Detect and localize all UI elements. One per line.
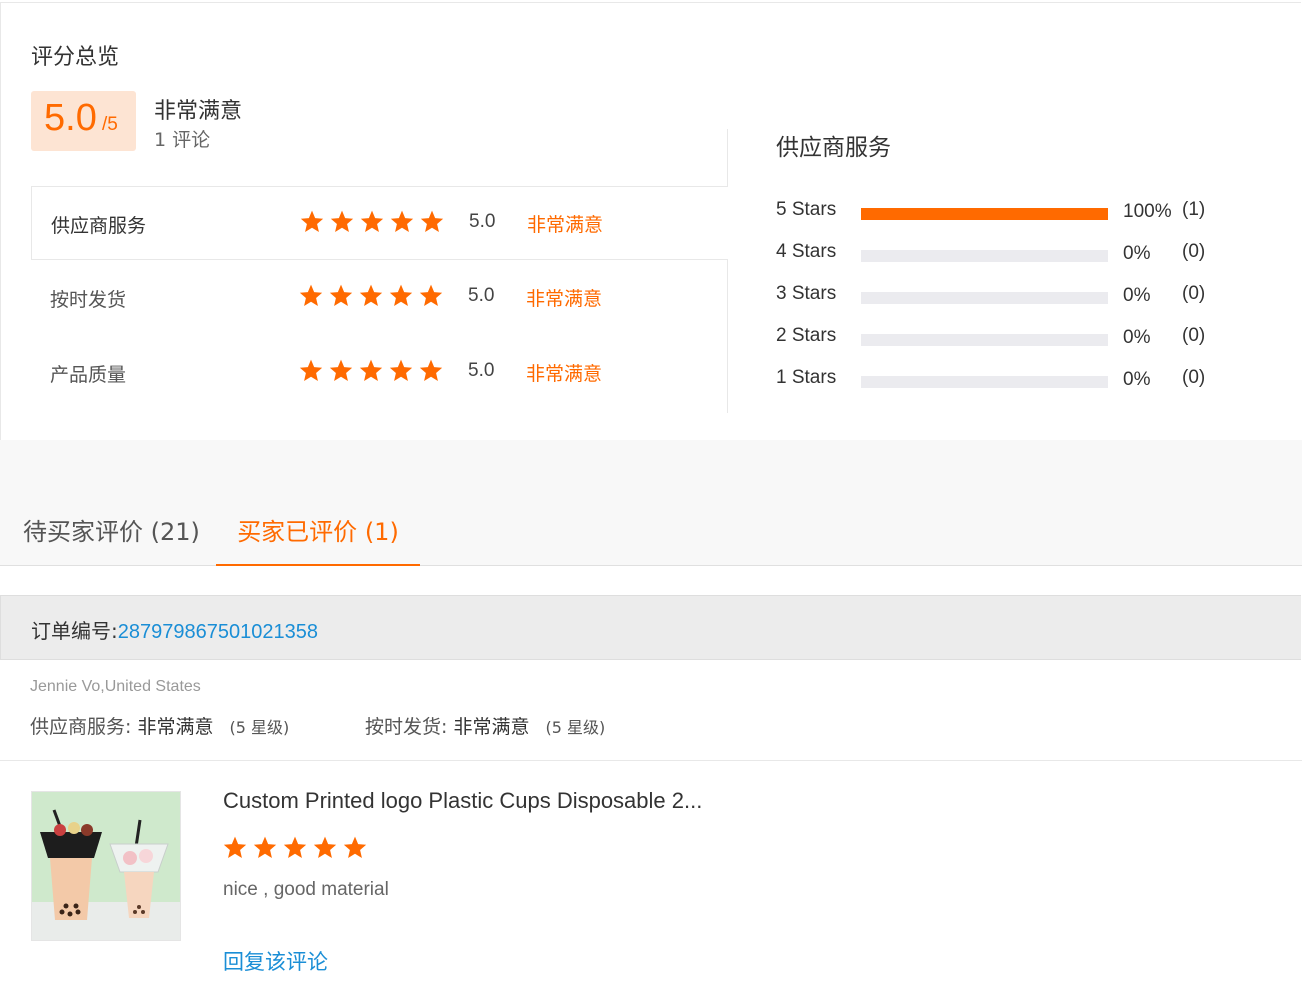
overall-score-max: /5 [102, 114, 118, 135]
star-icon [359, 284, 383, 306]
distribution-label: 2 Stars [776, 325, 837, 346]
overall-level: 非常满意 [154, 99, 243, 124]
distribution-count: (0) [1182, 367, 1206, 388]
distribution-percent: 100% [1123, 201, 1172, 222]
divider [0, 760, 1302, 761]
rating-stars [298, 358, 448, 388]
reply-review-link[interactable]: 回复该评论 [223, 946, 328, 976]
meta-value: 非常满意 [137, 716, 214, 738]
tab-buyer-reviewed[interactable]: 买家已评价 (1) [216, 512, 420, 566]
star-icon [419, 284, 443, 306]
distribution-percent: 0% [1123, 369, 1151, 390]
distribution-count: (0) [1182, 283, 1206, 304]
product-title[interactable]: Custom Printed logo Plastic Cups Disposa… [223, 788, 702, 814]
product-image[interactable] [31, 791, 181, 941]
rating-row-score: 5.0 [468, 360, 495, 381]
star-icon [359, 359, 383, 381]
rating-row-score: 5.0 [469, 211, 496, 232]
supplier-service-rating: 供应商服务: 非常满意 (5 星级) [30, 712, 289, 739]
distribution-bar [861, 376, 1108, 388]
distribution-count: (0) [1182, 241, 1206, 262]
distribution-label: 1 Stars [776, 367, 837, 388]
star-icon [223, 836, 247, 858]
star-icon [390, 210, 414, 232]
distribution-count: (0) [1182, 325, 1206, 346]
rating-stars [299, 209, 449, 239]
star-icon [419, 359, 443, 381]
review-text: nice , good material [223, 879, 389, 900]
star-icon [420, 210, 444, 232]
review-rating-stars [222, 835, 372, 865]
distribution-label: 5 Stars [776, 199, 837, 220]
distribution-percent: 0% [1123, 285, 1151, 306]
on-time-delivery-rating: 按时发货: 非常满意 (5 星级) [365, 712, 605, 739]
distribution-bar [861, 334, 1108, 346]
meta-value: 非常满意 [453, 716, 530, 738]
overall-score-badge: 5.0 /5 [31, 91, 136, 151]
star-icon [313, 836, 337, 858]
star-icon [300, 210, 324, 232]
star-icon [299, 359, 323, 381]
star-icon [299, 284, 323, 306]
star-icon [330, 210, 354, 232]
rating-row-label: 供应商服务 [51, 215, 147, 237]
distribution-percent: 0% [1123, 327, 1151, 348]
distribution-label: 4 Stars [776, 241, 837, 262]
product-photo-illustration [32, 792, 180, 940]
star-icon [343, 836, 367, 858]
distribution-bar [861, 208, 1108, 220]
meta-stars: (5 星级) [229, 718, 290, 737]
overall-score: 5.0 [44, 97, 97, 139]
distribution-bar [861, 250, 1108, 262]
rating-overview-card: 评分总览 5.0 /5 非常满意 1 评论 供应商服务 5.0 非常满意 按时发… [0, 2, 1301, 441]
order-header: 订单编号:287979867501021358 [0, 595, 1301, 660]
reviewer-name: Jennie Vo,United States [30, 678, 201, 695]
tab-pending-reviews[interactable]: 待买家评价 (21) [23, 512, 200, 564]
distribution-label: 3 Stars [776, 283, 837, 304]
rating-row-level: 非常满意 [526, 363, 603, 385]
distribution-row-2: 2 Stars 0% (0) [776, 325, 1216, 355]
distribution-row-3: 3 Stars 0% (0) [776, 283, 1216, 313]
distribution-row-5: 5 Stars 100% (1) [776, 199, 1216, 229]
star-icon [329, 359, 353, 381]
star-icon [389, 359, 413, 381]
review-tabs: 待买家评价 (21) 买家已评价 (1) [0, 440, 1302, 566]
meta-label: 供应商服务: [30, 716, 132, 738]
distribution-row-1: 1 Stars 0% (0) [776, 367, 1216, 397]
overview-title: 评分总览 [31, 45, 120, 70]
star-icon [253, 836, 277, 858]
star-icon [329, 284, 353, 306]
distribution-row-4: 4 Stars 0% (0) [776, 241, 1216, 271]
order-number-label: 订单编号: [31, 619, 118, 643]
review-count: 1 评论 [154, 129, 211, 151]
rating-row-score: 5.0 [468, 285, 495, 306]
distribution-count: (1) [1182, 199, 1206, 220]
order-number-link[interactable]: 287979867501021358 [118, 621, 318, 643]
rating-row-supplier-service[interactable]: 供应商服务 5.0 非常满意 [31, 186, 728, 260]
order-number-row: 订单编号:287979867501021358 [31, 615, 318, 644]
distribution-bar-fill [861, 208, 1108, 220]
meta-label: 按时发货: [365, 716, 448, 738]
distribution-title: 供应商服务 [776, 135, 891, 161]
star-icon [360, 210, 384, 232]
meta-stars: (5 星级) [545, 718, 606, 737]
rating-row-product-quality[interactable]: 产品质量 5.0 非常满意 [31, 336, 728, 410]
star-icon [389, 284, 413, 306]
rating-row-label: 按时发货 [50, 289, 127, 311]
distribution-percent: 0% [1123, 243, 1151, 264]
rating-row-label: 产品质量 [50, 364, 127, 386]
star-icon [283, 836, 307, 858]
rating-row-on-time-delivery[interactable]: 按时发货 5.0 非常满意 [31, 261, 728, 335]
rating-stars [298, 283, 448, 313]
distribution-bar [861, 292, 1108, 304]
rating-row-level: 非常满意 [527, 214, 604, 236]
rating-row-level: 非常满意 [526, 288, 603, 310]
